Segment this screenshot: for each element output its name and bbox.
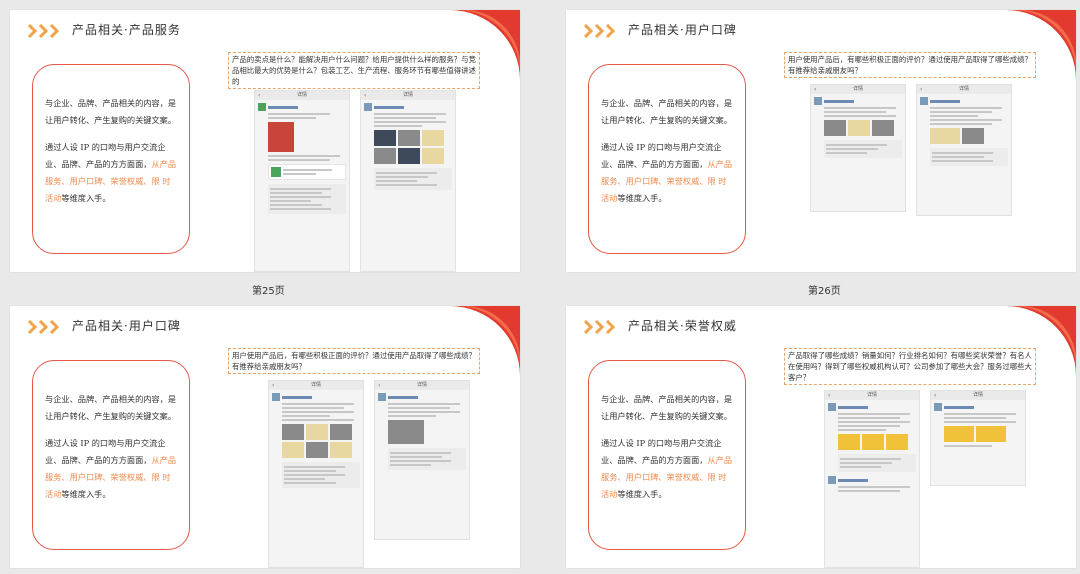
phone-header-title: 详情 — [866, 392, 877, 398]
avatar — [814, 97, 822, 105]
phone-header: ‹ 详情 — [811, 85, 905, 94]
card-paragraph-2: 通过人设 IP 的口吻与用户交流企业、品牌、产品的方方面面，从产品服务、用户口碑… — [45, 435, 177, 503]
chevrons-icon — [28, 320, 60, 334]
question-box: 产品的卖点是什么？能解决用户什么问题？给用户提供什么样的服务？与竞品相比最大的优… — [228, 52, 480, 89]
phone-header: ‹ 详情 — [825, 391, 919, 400]
card-text-end: 等维度入手。 — [617, 489, 667, 499]
card-paragraph-1: 与企业、品牌、产品相关的内容，是让用户转化、产生复购的关键文案。 — [601, 394, 733, 421]
phone-screenshot: ‹ 详情 — [374, 380, 470, 540]
slide-user-reviews[interactable]: 产品相关·用户口碑 与企业、品牌、产品相关的内容，是让用户转化、产生复购的关键文… — [566, 10, 1076, 272]
avatar — [920, 97, 928, 105]
description-card: 与企业、品牌、产品相关的内容，是让用户转化、产生复购的关键文案。 通过人设 IP… — [588, 360, 746, 550]
page-number: 第25页 — [252, 286, 285, 297]
avatar — [934, 403, 942, 411]
phone-header: ‹ 详情 — [917, 85, 1011, 94]
card-text-end: 等维度入手。 — [617, 193, 667, 203]
phone-screenshot: ‹ 详情 — [930, 390, 1026, 486]
slide-product-service[interactable]: 产品相关·产品服务 与企业、品牌、产品相关的内容，是让用户转化、产生复购的关键文… — [10, 10, 520, 272]
slide-title: 产品相关·用户口碑 — [72, 319, 181, 333]
back-arrow-icon: ‹ — [920, 86, 923, 93]
card-text: 通过人设 IP 的口吻与用户交流企业、品牌、产品的方方面面， — [601, 438, 722, 465]
phone-screenshot: ‹ 详情 — [916, 84, 1012, 216]
card-paragraph-1: 与企业、品牌、产品相关的内容，是让用户转化、产生复购的关键文案。 — [45, 394, 177, 421]
avatar — [378, 393, 386, 401]
chevrons-icon — [28, 24, 60, 38]
question-box: 产品取得了哪些成绩？销量如何？行业排名如何？有哪些奖状荣誉？有名人在使用吗？得到… — [784, 348, 1036, 385]
phone-header-title: 详情 — [958, 86, 969, 92]
slide-title: 产品相关·产品服务 — [72, 23, 181, 37]
avatar — [828, 476, 836, 484]
slide-title: 产品相关·用户口碑 — [628, 23, 737, 37]
card-text: 通过人设 IP 的口吻与用户交流企业、品牌、产品的方方面面， — [45, 142, 166, 169]
phone-screenshot: ‹ 详情 — [810, 84, 906, 212]
chevrons-icon — [584, 24, 616, 38]
back-arrow-icon: ‹ — [814, 86, 817, 93]
chevrons-icon — [584, 320, 616, 334]
card-text-end: 等维度入手。 — [61, 193, 111, 203]
back-arrow-icon: ‹ — [378, 382, 381, 389]
back-arrow-icon: ‹ — [258, 92, 261, 99]
phone-header: ‹ 详情 — [269, 381, 363, 390]
phone-header-title: 详情 — [296, 92, 307, 98]
slide-user-reviews-2[interactable]: 产品相关·用户口碑 与企业、品牌、产品相关的内容，是让用户转化、产生复购的关键文… — [10, 306, 520, 568]
phone-header-title: 详情 — [852, 86, 863, 92]
question-box: 用户使用产品后，有哪些积极正面的评价？通过使用产品取得了哪些成绩？有推荐给亲戚朋… — [228, 348, 480, 374]
phone-header: ‹ 详情 — [375, 381, 469, 390]
phone-screenshot: ‹ 详情 — [360, 90, 456, 272]
description-card: 与企业、品牌、产品相关的内容，是让用户转化、产生复购的关键文案。 通过人设 IP… — [32, 360, 190, 550]
card-paragraph-2: 通过人设 IP 的口吻与用户交流企业、品牌、产品的方方面面，从产品服务、用户口碑… — [601, 139, 733, 207]
back-arrow-icon: ‹ — [364, 92, 367, 99]
avatar — [828, 403, 836, 411]
page-number: 第26页 — [808, 286, 841, 297]
phone-header-title: 详情 — [402, 92, 413, 98]
card-paragraph-1: 与企业、品牌、产品相关的内容，是让用户转化、产生复购的关键文案。 — [601, 98, 733, 125]
phone-header-title: 详情 — [310, 382, 321, 388]
description-card: 与企业、品牌、产品相关的内容，是让用户转化、产生复购的关键文案。 通过人设 IP… — [588, 64, 746, 254]
card-paragraph-2: 通过人设 IP 的口吻与用户交流企业、品牌、产品的方方面面，从产品服务、用户口碑… — [45, 139, 177, 207]
back-arrow-icon: ‹ — [272, 382, 275, 389]
back-arrow-icon: ‹ — [934, 392, 937, 399]
phone-header: ‹ 详情 — [361, 91, 455, 100]
phone-header: ‹ 详情 — [255, 91, 349, 100]
phone-header-title: 详情 — [972, 392, 983, 398]
phone-screenshot: ‹ 详情 — [254, 90, 350, 272]
card-paragraph-1: 与企业、品牌、产品相关的内容，是让用户转化、产生复购的关键文案。 — [45, 98, 177, 125]
card-text: 通过人设 IP 的口吻与用户交流企业、品牌、产品的方方面面， — [601, 142, 722, 169]
avatar — [364, 103, 372, 111]
card-paragraph-2: 通过人设 IP 的口吻与用户交流企业、品牌、产品的方方面面，从产品服务、用户口碑… — [601, 435, 733, 503]
description-card: 与企业、品牌、产品相关的内容，是让用户转化、产生复购的关键文案。 通过人设 IP… — [32, 64, 190, 254]
phone-header-title: 详情 — [416, 382, 427, 388]
avatar — [272, 393, 280, 401]
phone-screenshot: ‹ 详情 — [824, 390, 920, 568]
phone-screenshot: ‹ 详情 — [268, 380, 364, 568]
card-text-end: 等维度入手。 — [61, 489, 111, 499]
slide-title: 产品相关·荣誉权威 — [628, 319, 737, 333]
card-text: 通过人设 IP 的口吻与用户交流企业、品牌、产品的方方面面， — [45, 438, 166, 465]
back-arrow-icon: ‹ — [828, 392, 831, 399]
phone-header: ‹ 详情 — [931, 391, 1025, 400]
question-box: 用户使用产品后，有哪些积极正面的评价？通过使用产品取得了哪些成绩？有推荐给亲戚朋… — [784, 52, 1036, 78]
slide-honor-authority[interactable]: 产品相关·荣誉权威 与企业、品牌、产品相关的内容，是让用户转化、产生复购的关键文… — [566, 306, 1076, 568]
avatar — [258, 103, 266, 111]
